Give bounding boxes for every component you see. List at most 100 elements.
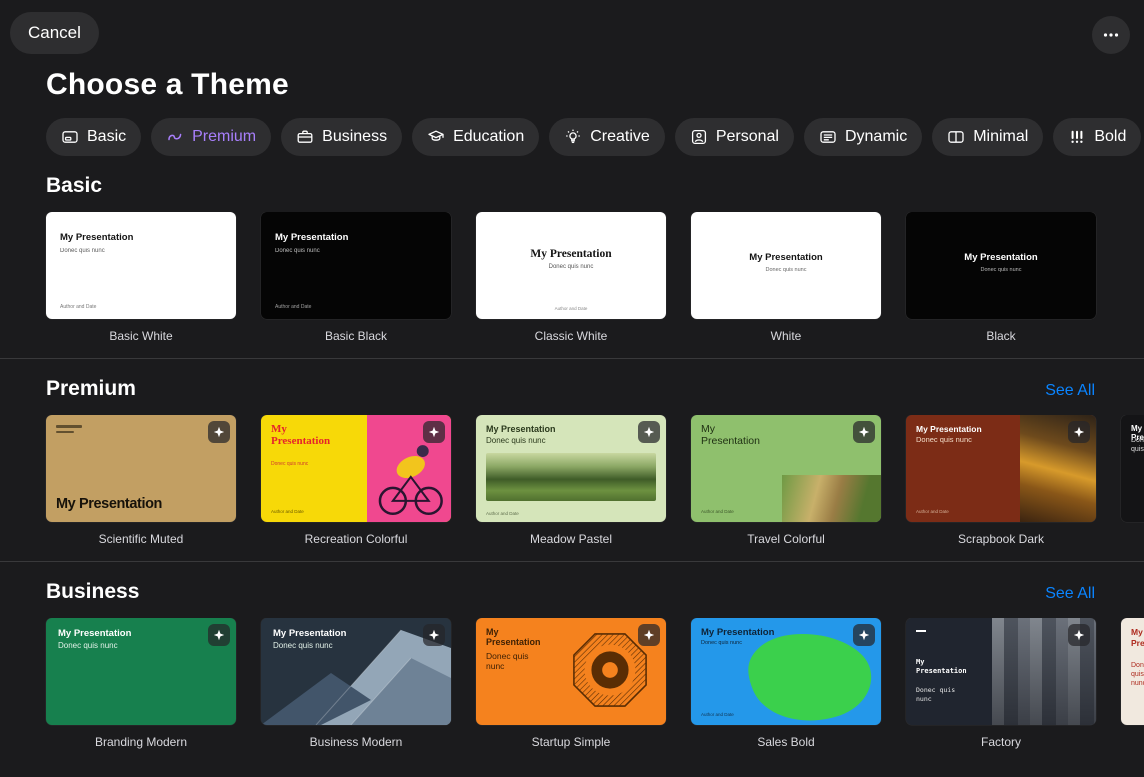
category-chip-creative[interactable]: Creative	[549, 118, 665, 156]
education-icon	[427, 128, 445, 146]
theme-card-basic-black[interactable]: My Presentation Donec quis nunc Author a…	[261, 212, 451, 343]
theme-card-travel-colorful[interactable]: My Presentation Author and Date Travel C…	[691, 415, 881, 546]
section-title: Business	[46, 580, 139, 604]
theme-card-basic-white[interactable]: My Presentation Donec quis nunc Author a…	[46, 212, 236, 343]
minimal-icon	[947, 128, 965, 146]
thumb-title: My Presentation	[486, 424, 556, 434]
theme-thumbnail: My Presentation Author and Date	[691, 415, 881, 522]
thumb-subtitle: Donec quis nunc	[1131, 437, 1144, 455]
thumb-subtitle: Donec quis nunc	[916, 686, 964, 704]
thumb-subtitle: Donec quis nunc	[476, 264, 666, 270]
thumb-author: Author and Date	[701, 712, 734, 717]
theme-thumbnail: My Presentation Donec quis nunc Author a…	[691, 618, 881, 725]
premium-icon	[166, 128, 184, 146]
thumb-title: My Presentation	[906, 252, 1096, 263]
thumb-author: Author and Date	[476, 306, 666, 311]
thumb-author: Author and Date	[275, 304, 311, 310]
section-title: Premium	[46, 377, 136, 401]
personal-icon	[690, 128, 708, 146]
category-chip-business[interactable]: Business	[281, 118, 402, 156]
thumb-author: Author and Date	[271, 509, 304, 514]
ellipsis-icon	[1102, 26, 1120, 44]
theme-card-black[interactable]: My Presentation Donec quis nunc Black	[906, 212, 1096, 343]
thumb-subtitle: Donec quis nunc	[486, 436, 546, 445]
premium-star-badge	[1068, 421, 1090, 443]
theme-thumbnail: My Presentation	[46, 415, 236, 522]
thumb-title: My Presentation	[56, 496, 162, 512]
premium-star-badge	[638, 421, 660, 443]
section-header-premium: Premium See All	[46, 377, 1095, 401]
theme-card-business-modern[interactable]: My Presentation Donec quis nunc Business…	[261, 618, 451, 749]
theme-thumbnail: My Presentation Donec quis nunc	[691, 212, 881, 319]
theme-card-premium-partial[interactable]: My Presentation Donec quis nunc	[1121, 415, 1144, 546]
theme-name	[1121, 532, 1144, 546]
theme-name: Sales Bold	[691, 735, 881, 749]
premium-star-badge	[208, 624, 230, 646]
theme-card-scientific-muted[interactable]: My Presentation Scientific Muted	[46, 415, 236, 546]
theme-name: Recreation Colorful	[261, 532, 451, 546]
thumb-title: My Presentation	[691, 252, 881, 263]
meadow-photo	[486, 453, 656, 501]
premium-star-badge	[853, 624, 875, 646]
thumb-subtitle: Donec quis nunc	[701, 640, 742, 646]
category-chip-basic[interactable]: Basic	[46, 118, 141, 156]
premium-star-badge	[423, 624, 445, 646]
more-button[interactable]	[1092, 16, 1130, 54]
theme-card-classic-white[interactable]: My Presentation Donec quis nunc Author a…	[476, 212, 666, 343]
section-header-business: Business See All	[46, 580, 1095, 604]
category-chip-bold[interactable]: Bold	[1053, 118, 1141, 156]
cancel-button[interactable]: Cancel	[10, 12, 99, 54]
theme-thumbnail: My Presentation Donec quis nunc Author a…	[906, 415, 1096, 522]
business-icon	[296, 128, 314, 146]
theme-name: Classic White	[476, 329, 666, 343]
theme-card-scrapbook-dark[interactable]: My Presentation Donec quis nunc Author a…	[906, 415, 1096, 546]
thumb-subtitle: Donec quis nunc	[58, 641, 118, 650]
section-header-basic: Basic	[46, 174, 1095, 198]
theme-card-white[interactable]: My Presentation Donec quis nunc White	[691, 212, 881, 343]
theme-card-branding-modern[interactable]: My Presentation Donec quis nunc Branding…	[46, 618, 236, 749]
premium-star-badge	[1068, 624, 1090, 646]
theme-name: Startup Simple	[476, 735, 666, 749]
thumb-subtitle: Donec quis nunc	[271, 461, 329, 467]
thumb-title: My Presentation	[60, 232, 133, 243]
theme-name: Basic White	[46, 329, 236, 343]
section-title: Basic	[46, 174, 102, 198]
theme-card-factory[interactable]: My Presentation Donec quis nunc Factory	[906, 618, 1096, 749]
thumb-title: My Presentation	[273, 628, 346, 639]
category-chip-premium[interactable]: Premium	[151, 118, 271, 156]
category-chip-minimal[interactable]: Minimal	[932, 118, 1043, 156]
category-chip-dynamic[interactable]: Dynamic	[804, 118, 922, 156]
theme-card-startup-simple[interactable]: My Presentation Donec quis nunc Startup …	[476, 618, 666, 749]
theme-thumbnail: My Presentation Donec quis nunc	[261, 618, 451, 725]
theme-row-business[interactable]: My Presentation Donec quis nunc Branding…	[0, 618, 1144, 749]
theme-thumbnail: My Presentation Donec quis nunc Author a…	[261, 212, 451, 319]
category-label: Creative	[590, 128, 650, 146]
section-divider	[0, 561, 1144, 562]
thumb-title: My Presentation	[58, 628, 131, 639]
thumb-title: My Presentation	[1131, 627, 1144, 648]
theme-row-premium[interactable]: My Presentation Scientific Muted My Pres…	[0, 415, 1144, 546]
see-all-premium-link[interactable]: See All	[1045, 382, 1095, 400]
theme-card-business-partial[interactable]: My Presentation Donec quis nunc	[1121, 618, 1144, 749]
category-chip-education[interactable]: Education	[412, 118, 539, 156]
theme-row-basic[interactable]: My Presentation Donec quis nunc Author a…	[0, 212, 1144, 343]
category-label: Minimal	[973, 128, 1028, 146]
category-label: Personal	[716, 128, 779, 146]
theme-card-recreation-colorful[interactable]: My Presentation Donec quis nunc Author a…	[261, 415, 451, 546]
premium-star-badge	[208, 421, 230, 443]
thumb-title: My Presentation	[271, 424, 339, 448]
thumb-subtitle: Donec quis nunc	[60, 248, 133, 254]
see-all-business-link[interactable]: See All	[1045, 585, 1095, 603]
category-label: Dynamic	[845, 128, 907, 146]
category-chip-personal[interactable]: Personal	[675, 118, 794, 156]
theme-name: Travel Colorful	[691, 532, 881, 546]
thumb-subtitle: Donec quis nunc	[273, 641, 333, 650]
theme-card-meadow-pastel[interactable]: My Presentation Donec quis nunc Author a…	[476, 415, 666, 546]
theme-name: Scientific Muted	[46, 532, 236, 546]
thumb-subtitle: Donec quis nunc	[906, 267, 1096, 273]
category-label: Premium	[192, 128, 256, 146]
theme-card-sales-bold[interactable]: My Presentation Donec quis nunc Author a…	[691, 618, 881, 749]
category-label: Basic	[87, 128, 126, 146]
page-title: Choose a Theme	[46, 68, 1144, 102]
thumb-subtitle: Donec quis nunc	[691, 267, 881, 273]
